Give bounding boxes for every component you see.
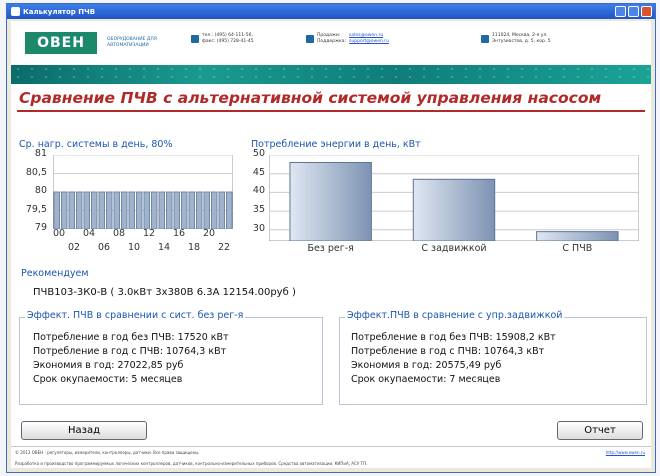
x-tick-label: 18 xyxy=(188,242,201,253)
energy-chart-title: Потребление энергии в день, кВт xyxy=(251,139,421,150)
y-tick-label: 80 xyxy=(34,185,47,196)
x-tick-label: С задвижкой xyxy=(421,243,487,254)
mail-block: Продажи: Поддержка: sales@owen.ru suppor… xyxy=(306,33,389,45)
left-line: Потребление в год с ПЧВ: 10764,3 кВт xyxy=(33,346,227,357)
load-bar xyxy=(121,191,128,229)
footer: © 2013 ОВЕН - регуляторы, измерители, ко… xyxy=(11,446,651,455)
x-tick-label: 04 xyxy=(83,228,96,239)
owen-logo: ОВЕН xyxy=(25,32,97,54)
load-bar xyxy=(53,191,60,229)
report-button[interactable]: Отчет xyxy=(557,421,643,440)
effect-valve-title: Эффект.ПЧВ в сравнение с упр.задвижкой xyxy=(345,310,565,321)
energy-chart xyxy=(269,155,639,241)
x-tick-label: 00 xyxy=(53,228,66,239)
x-tick-label: 22 xyxy=(218,242,231,253)
x-tick-label: 16 xyxy=(173,228,186,239)
site-header: ОВЕН ОБОРУДОВАНИЕ ДЛЯ АВТОМАТИЗАЦИИ тел.… xyxy=(11,21,651,65)
x-tick-label: 10 xyxy=(128,242,141,253)
address-text: 111024, Москва, 2-я ул. Энтузиастов, д. … xyxy=(492,33,551,44)
y-tick-label: 45 xyxy=(252,166,265,178)
right-line: Потребление в год без ПЧВ: 15908,2 кВт xyxy=(351,332,556,343)
page-title: Сравнение ПЧВ с альтернативной системой … xyxy=(19,89,602,107)
home-icon xyxy=(481,35,489,43)
title-bar: Калькулятор ПЧВ xyxy=(7,4,655,19)
decorative-banner xyxy=(11,65,651,84)
phone-block: тел.: (495) 64-111-56, факс: (495) 728-4… xyxy=(191,33,254,45)
footer-description: Разработка и производство программируемы… xyxy=(15,461,368,466)
load-bar xyxy=(218,191,225,229)
load-bar xyxy=(98,191,105,229)
left-line: Срок окупаемости: 5 месяцев xyxy=(33,374,183,385)
recommend-label: Рекомендуем xyxy=(21,268,89,279)
energy-bar xyxy=(412,178,496,241)
maximize-button[interactable] xyxy=(628,6,639,17)
footer-copyright: © 2013 ОВЕН - регуляторы, измерители, ко… xyxy=(15,450,200,455)
back-button[interactable]: Назад xyxy=(21,421,147,440)
x-tick-label: С ПЧВ xyxy=(562,243,593,254)
load-bar xyxy=(181,191,188,229)
load-bar xyxy=(91,191,98,229)
y-tick-label: 40 xyxy=(252,185,265,197)
left-line: Потребление в год без ПЧВ: 17520 кВт xyxy=(33,332,229,343)
address-block: 111024, Москва, 2-я ул. Энтузиастов, д. … xyxy=(481,33,551,45)
effect-no-reg-title: Эффект. ПЧВ в сравнении с сист. без рег-… xyxy=(25,310,246,321)
load-bar xyxy=(106,191,113,229)
app-window: Калькулятор ПЧВ ОВЕН ОБОРУДОВАНИЕ ДЛЯ АВ… xyxy=(6,3,656,473)
load-bar xyxy=(211,191,218,229)
load-bar xyxy=(143,191,150,229)
load-bar xyxy=(173,191,180,229)
app-icon xyxy=(11,7,20,16)
x-tick-label: 08 xyxy=(113,228,126,239)
load-chart xyxy=(53,155,233,229)
y-tick-label: 80,5 xyxy=(25,166,47,178)
energy-bar xyxy=(536,231,619,241)
title-divider xyxy=(17,110,645,112)
y-tick-label: 79,5 xyxy=(25,203,47,215)
load-bar xyxy=(83,191,90,229)
footer-site-link[interactable]: http://www.owen.ru xyxy=(606,450,645,455)
x-tick-label: 20 xyxy=(203,228,216,239)
load-bar xyxy=(158,191,165,229)
recommend-value: ПЧВ103-3К0-В ( 3.0кВт 3х380В 6.3А 12154.… xyxy=(33,287,296,298)
load-bar xyxy=(76,191,83,229)
minimize-button[interactable] xyxy=(615,6,626,17)
load-bar xyxy=(68,191,75,229)
mail-labels: Продажи: Поддержка: xyxy=(317,33,347,44)
load-bar xyxy=(61,191,68,229)
y-tick-label: 81 xyxy=(34,148,47,159)
mail-icon xyxy=(306,35,314,43)
y-tick-label: 50 xyxy=(252,148,265,159)
x-tick-label: 12 xyxy=(143,228,156,239)
y-tick-label: 35 xyxy=(252,204,265,216)
phone-icon xyxy=(191,35,199,43)
content-area: ОВЕН ОБОРУДОВАНИЕ ДЛЯ АВТОМАТИЗАЦИИ тел.… xyxy=(11,21,651,468)
load-bar xyxy=(196,191,203,229)
load-bar xyxy=(166,191,173,229)
y-tick-label: 30 xyxy=(252,222,265,234)
right-line: Потребление в год с ПЧВ: 10764,3 кВт xyxy=(351,346,545,357)
phones-text: тел.: (495) 64-111-56, факс: (495) 728-4… xyxy=(202,33,254,44)
load-bar xyxy=(151,191,158,229)
window-title: Калькулятор ПЧВ xyxy=(23,7,96,16)
y-tick-label: 79 xyxy=(34,222,47,233)
right-line: Срок окупаемости: 7 месяцев xyxy=(351,374,501,385)
load-bar xyxy=(203,191,210,229)
right-line: Экономия в год: 20575,49 руб xyxy=(351,360,502,371)
x-tick-label: Без рег-я xyxy=(307,243,354,254)
left-line: Экономия в год: 27022,85 руб xyxy=(33,360,184,371)
x-tick-label: 02 xyxy=(68,242,81,253)
slogan: ОБОРУДОВАНИЕ ДЛЯ АВТОМАТИЗАЦИИ xyxy=(107,37,157,48)
load-bar xyxy=(136,191,143,229)
window-controls xyxy=(615,6,652,17)
load-bar xyxy=(113,191,120,229)
load-bar xyxy=(226,191,233,229)
load-bar xyxy=(188,191,195,229)
x-tick-label: 14 xyxy=(158,242,171,253)
energy-bar xyxy=(289,161,372,241)
load-bar xyxy=(128,191,135,229)
support-email-link[interactable]: support@owen.ru xyxy=(349,39,389,45)
x-tick-label: 06 xyxy=(98,242,111,253)
close-button[interactable] xyxy=(641,6,652,17)
